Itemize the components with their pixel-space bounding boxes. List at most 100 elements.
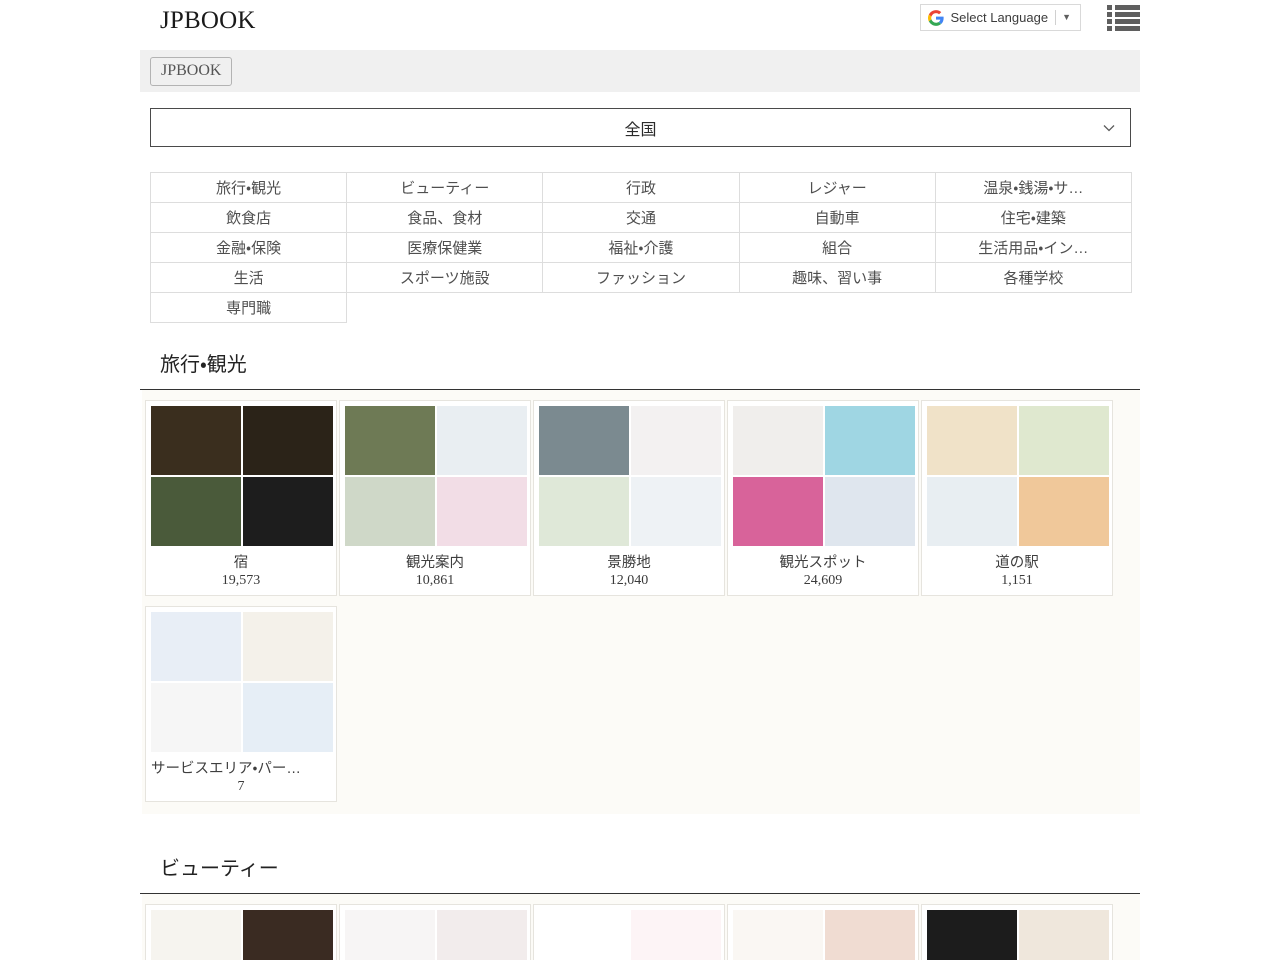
category-card[interactable] bbox=[533, 904, 725, 960]
card-count: 24,609 bbox=[803, 573, 843, 588]
list-icon-row bbox=[1107, 4, 1140, 10]
category-card[interactable]: 観光スポット 24,609 bbox=[727, 400, 919, 596]
category-card[interactable]: サービスエリア・パー… 7 bbox=[145, 606, 337, 802]
card-thumbnail-image bbox=[151, 683, 241, 752]
category-cell[interactable]: 自動車 bbox=[738, 202, 936, 233]
category-cell[interactable]: レジャー bbox=[738, 172, 936, 203]
category-cell[interactable]: スポーツ施設 bbox=[346, 262, 544, 293]
category-cell[interactable]: 温泉・銭湯・サ… bbox=[934, 172, 1132, 203]
card-thumbnail-image bbox=[1019, 477, 1109, 546]
category-section: 旅行・観光宿 19,573 観光案内 10,861 景勝地 12,040 観光スポット 24,… bbox=[0, 348, 1280, 814]
category-cell[interactable]: 趣味、習い事 bbox=[738, 262, 936, 293]
card-thumbnail-grid bbox=[345, 910, 527, 960]
card-thumbnail-image bbox=[345, 477, 435, 546]
header-actions: Select Language ▼ bbox=[920, 4, 1140, 31]
card-grid bbox=[142, 894, 1140, 960]
page-root: JPBOOK Select Language ▼ JPBOOK 全国 旅行・観光… bbox=[0, 0, 1280, 960]
category-card[interactable] bbox=[145, 904, 337, 960]
section-title: 旅行・観光 bbox=[160, 354, 247, 376]
category-cell[interactable]: 各種学校 bbox=[934, 262, 1132, 293]
card-thumbnail-image bbox=[1019, 406, 1109, 475]
card-thumbnail-image bbox=[825, 477, 915, 546]
category-cell[interactable]: 専門職 bbox=[149, 292, 348, 323]
chevron-down-icon[interactable]: ▼ bbox=[1056, 13, 1074, 22]
card-thumbnail-grid bbox=[345, 406, 527, 546]
card-title: 宿 bbox=[233, 555, 249, 571]
category-card[interactable] bbox=[339, 904, 531, 960]
card-thumbnail-image bbox=[151, 406, 241, 475]
card-thumbnail-grid bbox=[733, 910, 915, 960]
category-card[interactable]: 景勝地 12,040 bbox=[533, 400, 725, 596]
card-thumbnail-image bbox=[733, 406, 823, 475]
card-thumbnail-image bbox=[927, 477, 1017, 546]
category-card[interactable] bbox=[921, 904, 1113, 960]
category-card[interactable]: 宿 19,573 bbox=[145, 400, 337, 596]
category-card[interactable] bbox=[727, 904, 919, 960]
card-grid: 宿 19,573 観光案内 10,861 景勝地 12,040 観光スポット 24,609 道の… bbox=[142, 390, 1140, 814]
section-title: ビューティー bbox=[160, 858, 279, 880]
card-row: サービスエリア・パー… 7 bbox=[142, 606, 1140, 802]
card-thumbnail-image bbox=[927, 406, 1017, 475]
category-cell[interactable]: 医療保健業 bbox=[346, 232, 544, 263]
card-thumbnail-image bbox=[437, 406, 527, 475]
category-cell[interactable]: 組合 bbox=[738, 232, 936, 263]
category-table: 旅行・観光 ビューティー 行政 レジャー 温泉・銭湯・サ… 飲食店 食品、食材 交通 自動車 住宅… bbox=[149, 172, 1132, 323]
google-logo-icon bbox=[928, 9, 945, 26]
category-cell[interactable]: 生活 bbox=[149, 262, 348, 293]
card-thumbnail-image bbox=[733, 910, 823, 960]
category-cell-empty bbox=[935, 293, 1131, 323]
card-thumbnail-image bbox=[825, 910, 915, 960]
category-card[interactable]: 観光案内 10,861 bbox=[339, 400, 531, 596]
card-thumbnail-image bbox=[631, 910, 721, 960]
card-count: 10,861 bbox=[415, 573, 455, 588]
category-cell[interactable]: 食品、食材 bbox=[346, 202, 544, 233]
category-cell[interactable]: 飲食店 bbox=[149, 202, 348, 233]
card-thumbnail-image bbox=[437, 910, 527, 960]
card-row bbox=[142, 904, 1140, 960]
list-icon-row bbox=[1107, 18, 1140, 24]
category-section: ビューティー bbox=[0, 852, 1280, 960]
card-title: 景勝地 bbox=[607, 555, 651, 571]
card-thumbnail-image bbox=[151, 477, 241, 546]
chevron-down-icon bbox=[1102, 121, 1116, 135]
category-table-row: 飲食店 食品、食材 交通 自動車 住宅・建築 bbox=[149, 202, 1132, 233]
card-thumbnail-image bbox=[243, 910, 333, 960]
card-thumbnail-image bbox=[151, 612, 241, 681]
region-select[interactable]: 全国 bbox=[150, 108, 1131, 147]
card-thumbnail-grid bbox=[151, 406, 333, 546]
category-cell[interactable]: 住宅・建築 bbox=[934, 202, 1132, 233]
category-cell[interactable]: 旅行・観光 bbox=[149, 172, 348, 203]
category-cell[interactable]: 交通 bbox=[542, 202, 740, 233]
category-cell[interactable]: ファッション bbox=[542, 262, 740, 293]
category-card[interactable]: 道の駅 1,151 bbox=[921, 400, 1113, 596]
site-title: JPBOOK bbox=[160, 7, 256, 34]
category-cell[interactable]: 生活用品・イン… bbox=[934, 232, 1132, 263]
card-thumbnail-image bbox=[1019, 910, 1109, 960]
card-thumbnail-grid bbox=[927, 910, 1109, 960]
card-title: 道の駅 bbox=[995, 555, 1039, 571]
list-menu-icon[interactable] bbox=[1107, 4, 1140, 31]
card-thumbnail-image bbox=[631, 406, 721, 475]
region-select-value: 全国 bbox=[624, 121, 657, 139]
category-cell[interactable]: 金融・保険 bbox=[149, 232, 348, 263]
category-cell-empty bbox=[739, 293, 935, 323]
google-translate-widget[interactable]: Select Language ▼ bbox=[920, 4, 1081, 31]
card-thumbnail-grid bbox=[927, 406, 1109, 546]
card-thumbnail-grid bbox=[539, 910, 721, 960]
card-row: 宿 19,573 観光案内 10,861 景勝地 12,040 観光スポット 24,609 道の… bbox=[142, 400, 1140, 596]
card-thumbnail-image bbox=[243, 477, 333, 546]
card-title: 観光案内 bbox=[406, 555, 464, 571]
card-thumbnail-image bbox=[243, 406, 333, 475]
card-thumbnail-grid bbox=[539, 406, 721, 546]
card-thumbnail-grid bbox=[151, 910, 333, 960]
category-cell[interactable]: 行政 bbox=[542, 172, 740, 203]
card-count: 19,573 bbox=[221, 573, 261, 588]
category-table-body: 旅行・観光 ビューティー 行政 レジャー 温泉・銭湯・サ… 飲食店 食品、食材 交通 自動車 住宅… bbox=[149, 172, 1132, 323]
category-cell[interactable]: ビューティー bbox=[346, 172, 544, 203]
card-thumbnail-image bbox=[631, 477, 721, 546]
category-cell[interactable]: 福祉・介護 bbox=[542, 232, 740, 263]
card-count: 1,151 bbox=[1001, 573, 1033, 588]
breadcrumb-item-home[interactable]: JPBOOK bbox=[150, 56, 233, 86]
card-thumbnail-image bbox=[243, 612, 333, 681]
card-thumbnail-image bbox=[539, 477, 629, 546]
